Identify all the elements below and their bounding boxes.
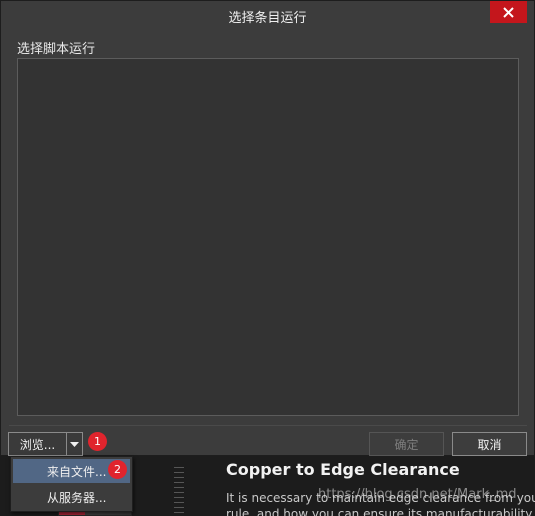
- cancel-button[interactable]: 取消: [452, 432, 527, 456]
- dialog-title: 选择条目运行: [228, 11, 307, 26]
- footer-divider: [9, 425, 527, 426]
- menu-item-from-server[interactable]: 从服务器...: [13, 485, 130, 509]
- close-icon: [503, 6, 514, 18]
- run-item-dialog: 选择条目运行 选择脚本运行: [0, 0, 535, 456]
- watermark-text: https://blog.csdn.net/Mark_md: [318, 487, 517, 502]
- article-title[interactable]: Copper to Edge Clearance: [226, 460, 526, 479]
- thumbnail-text-lines: [174, 467, 184, 516]
- caret-down-icon: [70, 441, 79, 447]
- screen: Copper to Edge Clearance It is necessary…: [0, 0, 535, 516]
- step-badge-1: 1: [88, 432, 107, 451]
- browse-dropdown-button[interactable]: [67, 433, 82, 455]
- browse-split-button: 浏览...: [8, 432, 83, 456]
- close-button[interactable]: [490, 1, 527, 23]
- ok-button[interactable]: 确定: [369, 432, 444, 456]
- article-snippet-line-2: rule, and how you can ensure its manufac…: [226, 507, 533, 516]
- browse-button[interactable]: 浏览...: [9, 433, 67, 455]
- step-badge-2: 2: [108, 460, 127, 479]
- script-list-label: 选择脚本运行: [17, 42, 96, 57]
- script-list[interactable]: [17, 58, 519, 416]
- dialog-titlebar[interactable]: 选择条目运行: [1, 1, 534, 30]
